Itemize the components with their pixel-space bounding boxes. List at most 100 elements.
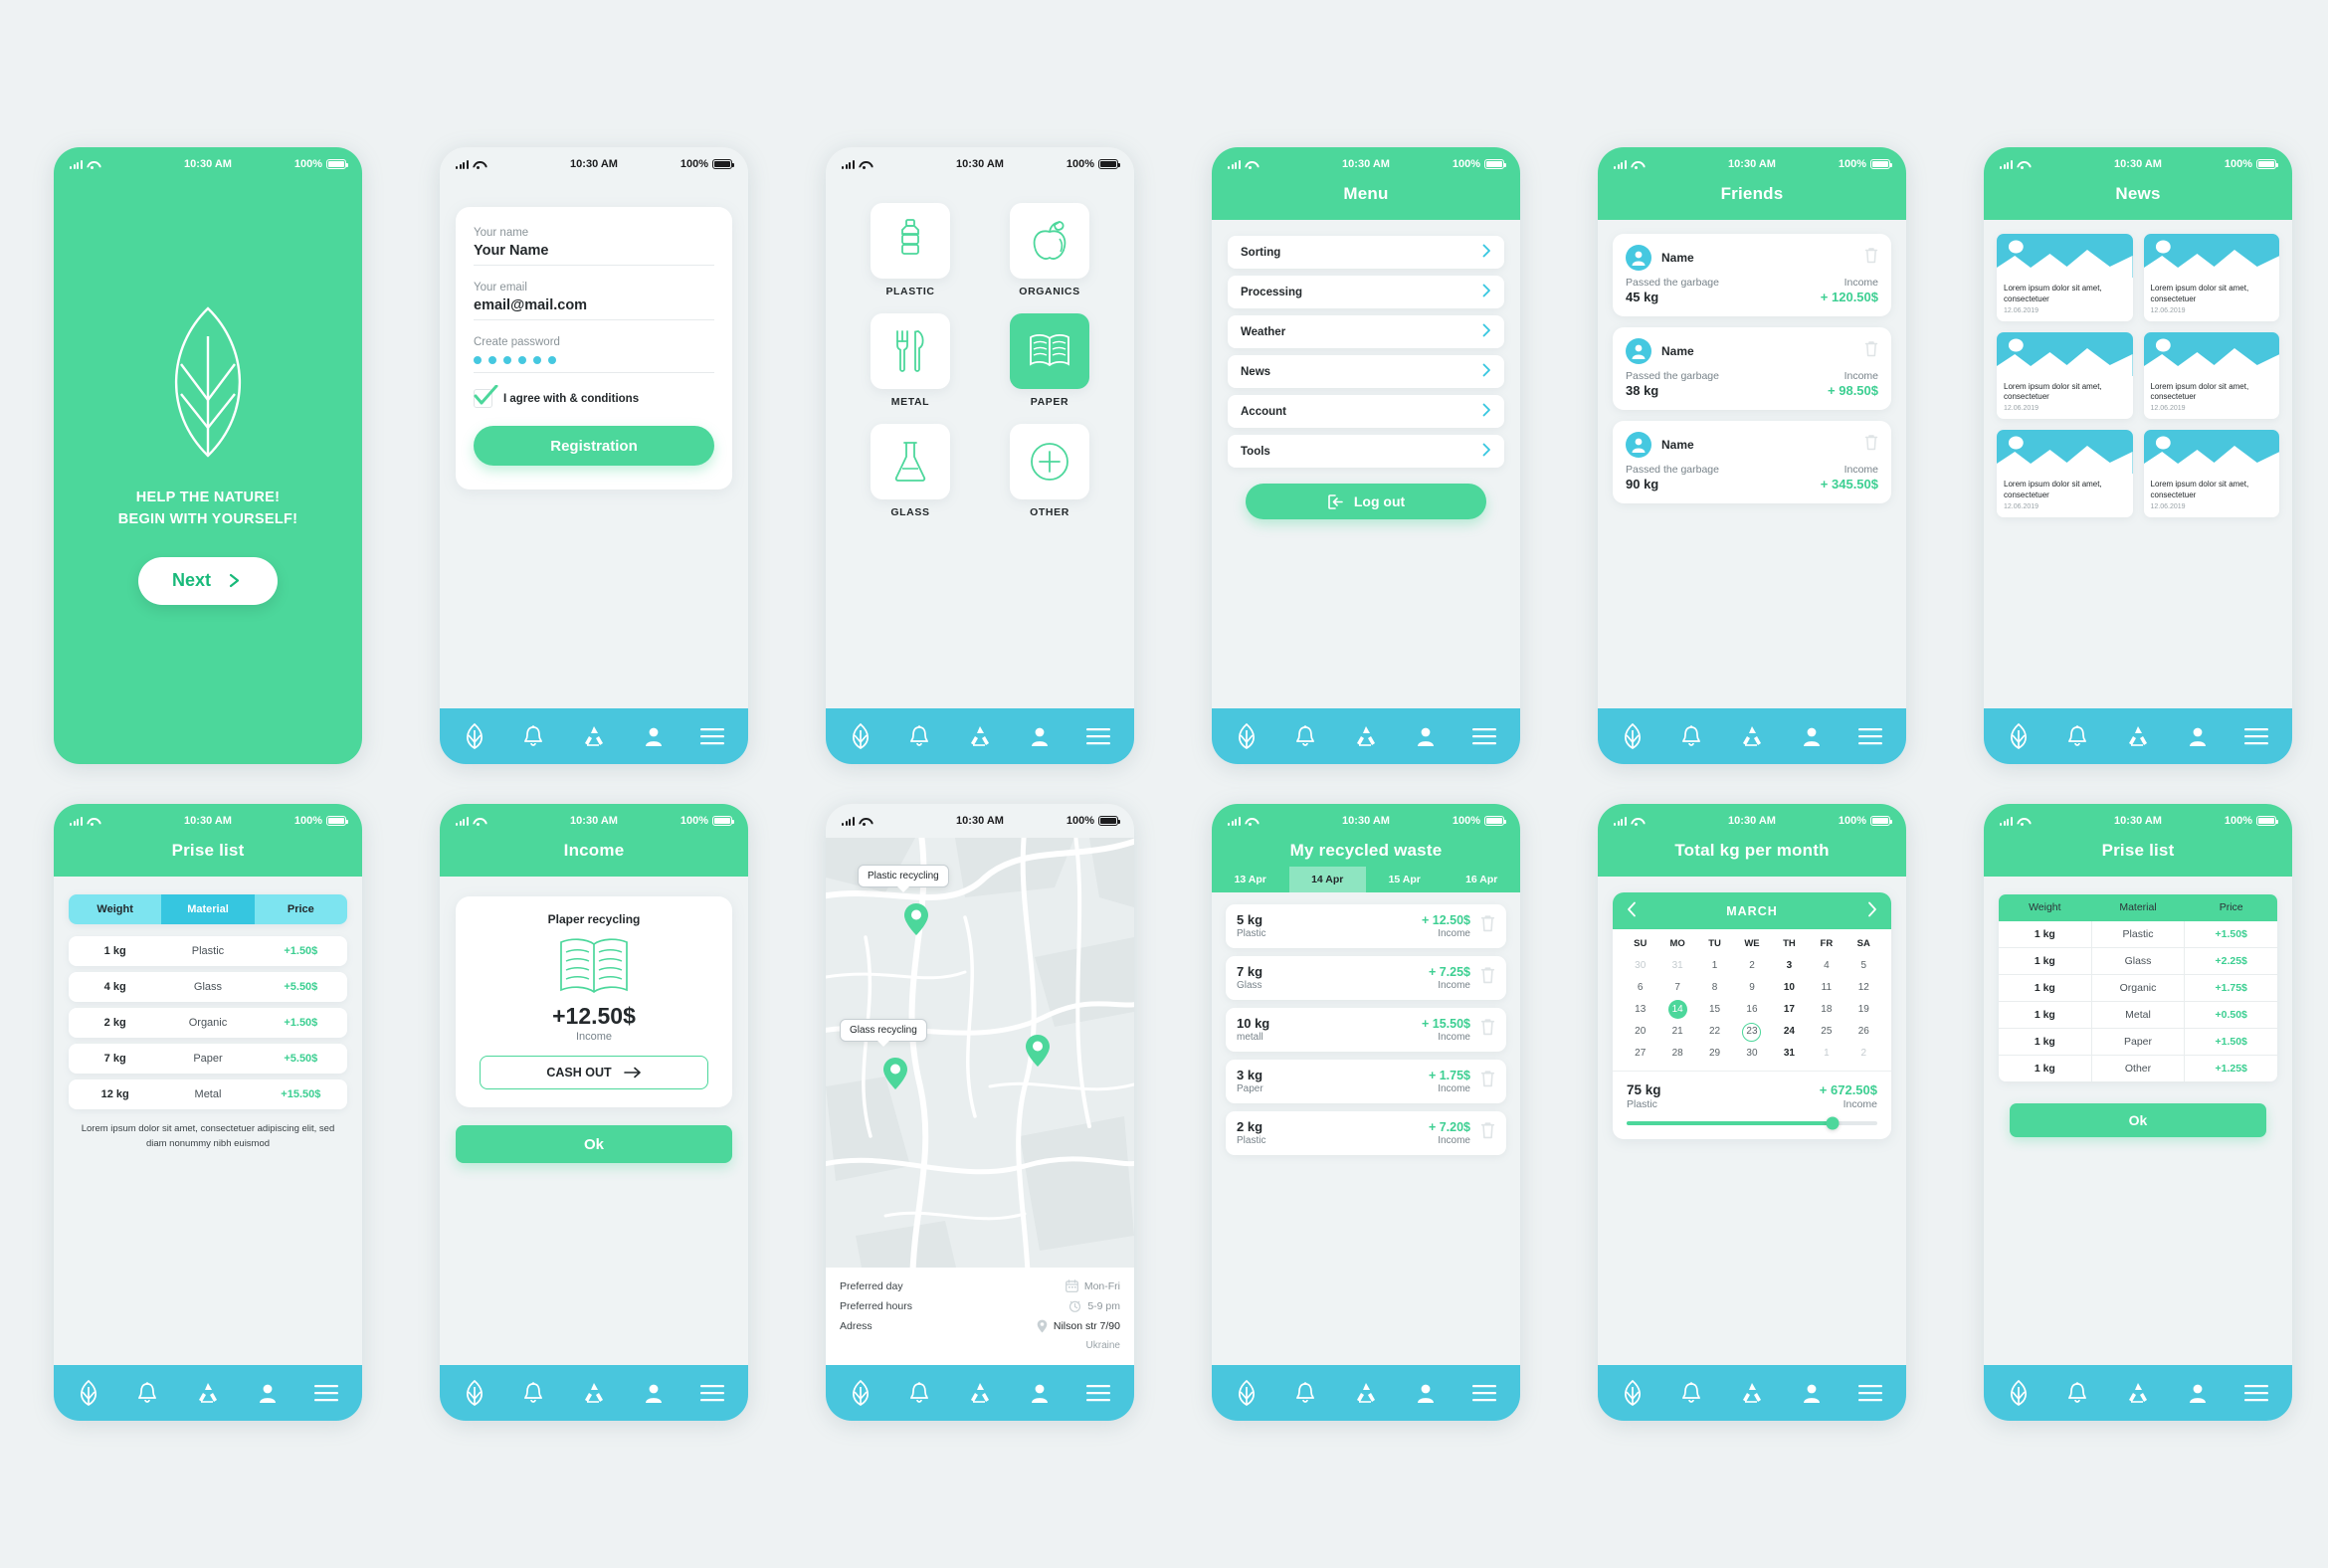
menu-item-account[interactable]: Account: [1228, 395, 1504, 428]
calendar-day[interactable]: 4: [1808, 956, 1844, 975]
tab-user-icon[interactable]: [644, 724, 664, 748]
category-tile[interactable]: [1010, 424, 1089, 499]
table-row[interactable]: 1 kg Metal +0.50$: [1999, 1002, 2277, 1029]
calendar-day[interactable]: 1: [1696, 956, 1733, 975]
table-row[interactable]: 12 kg Metal +15.50$: [69, 1079, 347, 1109]
tab-user-icon[interactable]: [1030, 1381, 1050, 1405]
tab-user-icon[interactable]: [1802, 1381, 1822, 1405]
column-header-weight[interactable]: Weight: [69, 894, 162, 924]
tab-recycle-icon[interactable]: [581, 724, 607, 748]
waste-item[interactable]: 3 kg Paper + 1.75$ Income: [1226, 1060, 1506, 1103]
menu-item-weather[interactable]: Weather: [1228, 315, 1504, 348]
next-button[interactable]: Next: [138, 556, 278, 605]
tab-hamburger-icon[interactable]: [313, 1384, 338, 1402]
calendar-day[interactable]: 12: [1845, 978, 1882, 997]
tab-leaf-icon[interactable]: [850, 1380, 872, 1406]
tab-leaf-icon[interactable]: [1622, 1380, 1644, 1406]
tab-bell-icon[interactable]: [908, 1381, 930, 1405]
next-month-button[interactable]: [1867, 901, 1877, 920]
calendar-day[interactable]: 24: [1771, 1022, 1808, 1041]
friend-row[interactable]: Name Passed the garbage 38 kg Income + 9…: [1613, 327, 1891, 410]
category-plastic[interactable]: PLASTIC: [848, 203, 973, 307]
tab-day-13apr[interactable]: 13 Apr: [1212, 867, 1289, 892]
tab-user-icon[interactable]: [258, 1381, 278, 1405]
category-other[interactable]: OTHER: [987, 424, 1112, 528]
delete-icon[interactable]: [1864, 340, 1878, 362]
tab-user-icon[interactable]: [2188, 1381, 2208, 1405]
tab-bell-icon[interactable]: [2066, 724, 2088, 748]
news-card[interactable]: Lorem ipsum dolor sit amet, consectetuer…: [1997, 331, 2133, 420]
delete-icon[interactable]: [1480, 1018, 1495, 1041]
tab-recycle-icon[interactable]: [2125, 724, 2151, 748]
tab-hamburger-icon[interactable]: [1085, 1384, 1110, 1402]
tab-day-14apr[interactable]: 14 Apr: [1288, 867, 1366, 892]
ok-button[interactable]: Ok: [456, 1125, 732, 1163]
progress-slider[interactable]: [1627, 1116, 1877, 1130]
calendar-day[interactable]: 10: [1771, 978, 1808, 997]
table-row[interactable]: 1 kg Plastic +1.50$: [69, 936, 347, 966]
calendar-day[interactable]: 17: [1771, 1000, 1808, 1019]
tab-day-15apr[interactable]: 15 Apr: [1366, 867, 1444, 892]
calendar-day[interactable]: 18: [1808, 1000, 1844, 1019]
calendar-day[interactable]: 16: [1733, 1000, 1770, 1019]
calendar-day[interactable]: 31: [1658, 956, 1695, 975]
ok-button[interactable]: Ok: [2010, 1103, 2266, 1137]
tab-hamburger-icon[interactable]: [2243, 1384, 2268, 1402]
calendar-day[interactable]: 2: [1733, 956, 1770, 975]
calendar-day[interactable]: 1: [1808, 1044, 1844, 1063]
agree-checkbox[interactable]: [474, 385, 498, 408]
tab-hamburger-icon[interactable]: [1471, 1384, 1496, 1402]
tab-hamburger-icon[interactable]: [1857, 1384, 1882, 1402]
name-field[interactable]: Your name Your Name: [474, 227, 714, 266]
delete-icon[interactable]: [1864, 247, 1878, 269]
news-card[interactable]: Lorem ipsum dolor sit amet, consectetuer…: [1997, 234, 2133, 321]
tab-leaf-icon[interactable]: [464, 723, 485, 749]
menu-item-sorting[interactable]: Sorting: [1228, 236, 1504, 269]
password-field[interactable]: Create password: [474, 336, 714, 373]
category-organics[interactable]: ORGANICS: [987, 203, 1112, 307]
tab-recycle-icon[interactable]: [1353, 724, 1379, 748]
tab-bell-icon[interactable]: [522, 1381, 544, 1405]
calendar-day[interactable]: 5: [1845, 956, 1882, 975]
calendar-day[interactable]: 13: [1622, 1000, 1658, 1019]
tab-bell-icon[interactable]: [522, 724, 544, 748]
delete-icon[interactable]: [1864, 434, 1878, 456]
category-tile[interactable]: [871, 203, 950, 279]
calendar-day[interactable]: 30: [1733, 1044, 1770, 1063]
delete-icon[interactable]: [1480, 966, 1495, 989]
calendar-day[interactable]: 2: [1845, 1044, 1882, 1063]
tab-leaf-icon[interactable]: [2008, 723, 2030, 749]
calendar-day[interactable]: 31: [1771, 1044, 1808, 1063]
friend-row[interactable]: Name Passed the garbage 90 kg Income + 3…: [1613, 421, 1891, 503]
registration-button[interactable]: Registration: [474, 426, 714, 466]
menu-item-processing[interactable]: Processing: [1228, 276, 1504, 308]
calendar-day[interactable]: 20: [1622, 1022, 1658, 1041]
tab-recycle-icon[interactable]: [1739, 1381, 1765, 1405]
menu-item-news[interactable]: News: [1228, 355, 1504, 388]
map-bubble-plastic[interactable]: Plastic recycling: [858, 865, 949, 887]
calendar-day[interactable]: 19: [1845, 1000, 1882, 1019]
tab-user-icon[interactable]: [1030, 724, 1050, 748]
calendar-day[interactable]: 3: [1771, 956, 1808, 975]
category-glass[interactable]: GLASS: [848, 424, 973, 528]
tab-hamburger-icon[interactable]: [699, 727, 724, 745]
friend-row[interactable]: Name Passed the garbage 45 kg Income + 1…: [1613, 234, 1891, 316]
email-field[interactable]: Your email email@mail.com: [474, 282, 714, 320]
tab-hamburger-icon[interactable]: [1857, 727, 1882, 745]
tab-bell-icon[interactable]: [136, 1381, 158, 1405]
table-row[interactable]: 1 kg Paper +1.50$: [1999, 1029, 2277, 1056]
tab-bell-icon[interactable]: [2066, 1381, 2088, 1405]
tab-leaf-icon[interactable]: [1622, 723, 1644, 749]
tab-leaf-icon[interactable]: [2008, 1380, 2030, 1406]
category-tile[interactable]: [1010, 203, 1089, 279]
agree-row[interactable]: I agree with & conditions: [474, 385, 714, 408]
column-header-price[interactable]: Price: [254, 894, 347, 924]
tab-recycle-icon[interactable]: [967, 1381, 993, 1405]
tab-bell-icon[interactable]: [1680, 724, 1702, 748]
map-pin-other[interactable]: [1025, 1034, 1051, 1073]
delete-icon[interactable]: [1480, 1121, 1495, 1144]
calendar-day[interactable]: 27: [1622, 1044, 1658, 1063]
tab-recycle-icon[interactable]: [967, 724, 993, 748]
waste-item[interactable]: 10 kg metall + 15.50$ Income: [1226, 1008, 1506, 1052]
calendar-day[interactable]: 9: [1733, 978, 1770, 997]
